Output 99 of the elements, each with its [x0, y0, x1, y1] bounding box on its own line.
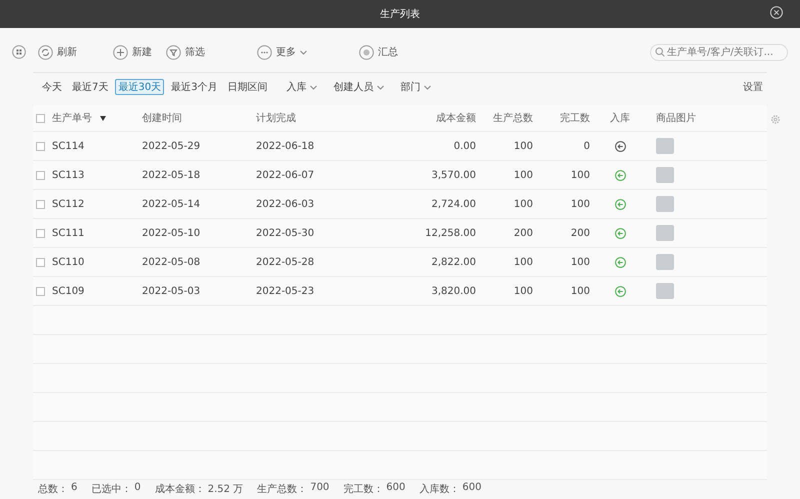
- table-cell-text: 2022-06-18: [256, 140, 316, 152]
- table-cell-text: SC113: [52, 170, 86, 180]
- status-label: 生产总数：: [257, 482, 308, 496]
- select-all-checkbox[interactable]: [36, 114, 45, 122]
- table-cell-text: 3,570.00: [430, 170, 476, 180]
- caret-icon[interactable]: [300, 50, 307, 54]
- status-value: 600: [462, 482, 482, 495]
- column-header: 生产总数: [492, 112, 533, 125]
- table-cell-text: 2022-05-03: [142, 286, 202, 296]
- status-label: 总数：: [38, 482, 68, 496]
- row-checkbox[interactable]: [36, 170, 45, 180]
- product-photo-placeholder: [656, 167, 674, 183]
- table-cell-text: SC109: [52, 286, 86, 296]
- more-button[interactable]: 更多: [253, 42, 311, 62]
- table-cell-text: 100: [570, 286, 590, 296]
- sort-icon[interactable]: [100, 116, 106, 120]
- column-header: 成本金额: [435, 112, 476, 125]
- settings-link[interactable]: 设置: [743, 80, 763, 94]
- table-cell-text: 2022-06-07: [256, 170, 316, 180]
- status-label: 成本金额：: [154, 482, 205, 496]
- table-cell-text: 200: [570, 228, 590, 238]
- column-header: 计划完成: [256, 112, 297, 125]
- table-cell-text: 100: [512, 140, 533, 152]
- product-photo-placeholder: [656, 225, 674, 241]
- stock-in-icon[interactable]: [614, 140, 626, 152]
- table-cell-text: 2022-05-29: [142, 140, 202, 152]
- status-value: 700: [310, 482, 330, 495]
- table-cell-text: 100: [570, 256, 590, 268]
- caret-icon[interactable]: [310, 84, 318, 90]
- row-checkbox[interactable]: [36, 142, 45, 150]
- table-cell-text: 100: [512, 170, 533, 180]
- date-filter-tab[interactable]: 今天: [39, 79, 65, 95]
- table-cell-text: 100: [570, 198, 590, 210]
- table-cell-text: 2,822.00: [430, 256, 476, 268]
- filter-icon[interactable]: [166, 44, 181, 60]
- table-cell-text: 0.00: [452, 140, 476, 152]
- table-cell-text: 2022-05-30: [256, 228, 316, 238]
- date-filter-tab[interactable]: 日期区间: [224, 79, 270, 95]
- table-cell-text: 2022-05-10: [142, 228, 202, 238]
- date-filter-tab[interactable]: 最近3个月: [168, 79, 220, 95]
- status-label: 完工数：: [343, 482, 384, 496]
- table-cell-text: 2022-06-03: [256, 198, 316, 210]
- table-cell-text: 3,820.00: [430, 286, 476, 296]
- row-checkbox[interactable]: [36, 228, 45, 238]
- row-checkbox[interactable]: [36, 200, 45, 208]
- table-cell-text: 0: [582, 140, 590, 152]
- new-button[interactable]: 新建: [109, 42, 156, 62]
- settings-icon[interactable]: [771, 115, 780, 124]
- product-photo-placeholder: [656, 254, 674, 270]
- table-cell-text: 12,258.00: [424, 228, 476, 238]
- grid-icon[interactable]: [12, 45, 26, 59]
- close-icon[interactable]: [770, 6, 783, 19]
- table-cell-text: 2022-05-14: [142, 198, 202, 210]
- table-cell-text: 2022-05-08: [142, 256, 202, 268]
- table-cell-text: 100: [512, 286, 533, 296]
- product-photo-placeholder: [656, 138, 674, 154]
- search-icon[interactable]: [655, 47, 665, 57]
- table-cell-text: 2022-05-23: [256, 286, 316, 296]
- product-photo-placeholder: [656, 283, 674, 299]
- product-photo-placeholder: [656, 196, 674, 212]
- status-label: 已选中：: [91, 482, 132, 496]
- caret-icon[interactable]: [377, 84, 384, 90]
- table-cell-text: 200: [512, 228, 533, 238]
- column-header: 完工数: [559, 112, 590, 125]
- status-value: 600: [386, 482, 406, 495]
- summary-icon[interactable]: [359, 44, 374, 60]
- table-cell-text: SC114: [52, 140, 86, 152]
- filter-button[interactable]: 筛选: [162, 42, 209, 62]
- table-cell-text: 100: [570, 170, 590, 180]
- table-cell-text: SC112: [52, 198, 86, 210]
- table-cell-text: 100: [512, 256, 533, 268]
- table-cell-text: 2022-05-28: [256, 256, 316, 268]
- row-checkbox[interactable]: [36, 286, 45, 296]
- table-cell-text: 2022-05-18: [142, 170, 202, 180]
- row-checkbox[interactable]: [36, 258, 45, 266]
- table-cell-text: SC111: [52, 228, 86, 238]
- refresh-button[interactable]: 刷新: [34, 42, 81, 62]
- status-value: 0: [134, 482, 141, 495]
- status-value: 2.52 万: [208, 483, 244, 496]
- new-icon[interactable]: [113, 44, 128, 60]
- caret-icon[interactable]: [424, 84, 432, 90]
- column-header: 入库: [609, 112, 631, 125]
- table-cell-text: 100: [512, 198, 533, 210]
- status-label: 入库数：: [419, 482, 460, 496]
- date-filter-tab[interactable]: 最近30天: [115, 79, 164, 95]
- column-header[interactable]: 生产单号: [52, 111, 142, 125]
- table-cell-text: 2,724.00: [430, 198, 476, 210]
- column-header: 商品图片: [655, 112, 697, 125]
- table-cell-text: SC110: [52, 256, 86, 268]
- date-filter-tab[interactable]: 最近7天: [69, 79, 112, 95]
- status-value: 6: [71, 482, 78, 495]
- window-title: 生产列表: [380, 8, 420, 21]
- summary-button[interactable]: 汇总: [355, 42, 402, 62]
- filter-dropdown[interactable]: 入库: [286, 80, 318, 94]
- filter-dropdown[interactable]: 创建人员: [333, 80, 384, 94]
- filter-dropdown[interactable]: 部门: [400, 80, 432, 94]
- refresh-icon[interactable]: [38, 44, 53, 60]
- column-header: 创建时间: [142, 112, 183, 125]
- more-icon[interactable]: [257, 44, 272, 60]
